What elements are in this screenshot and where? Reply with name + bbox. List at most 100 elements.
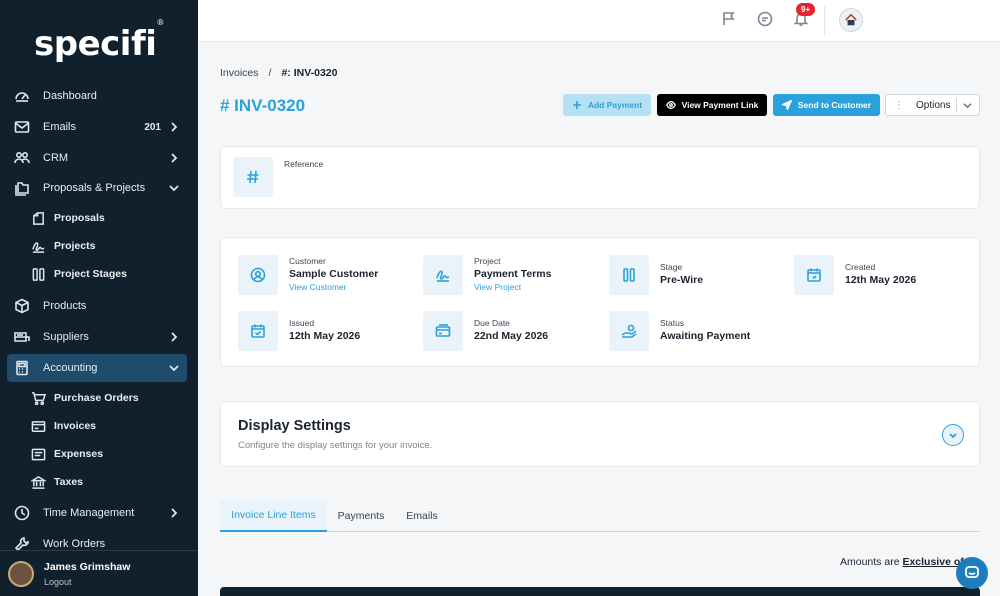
user-icon: [238, 255, 278, 295]
flag-icon[interactable]: [721, 11, 739, 29]
tab-emails[interactable]: Emails: [396, 500, 448, 532]
line-items-table-header: [220, 587, 980, 596]
created-date: 12th May 2026: [845, 274, 917, 286]
chat-bubble-icon: [965, 566, 979, 578]
project-name: Payment Terms: [474, 268, 552, 280]
sidebar-item-suppliers[interactable]: Suppliers: [7, 323, 187, 351]
chevron-right-icon: [169, 508, 179, 518]
sidebar-item-emails[interactable]: Emails 201: [7, 113, 187, 141]
hash-icon: [233, 157, 273, 197]
issued-info: Issued 12th May 2026: [238, 311, 418, 351]
notification-badge: 9+: [796, 3, 816, 16]
sidebar-item-proposals[interactable]: Proposals: [30, 206, 180, 230]
reference-label: Reference: [284, 159, 324, 169]
specifi-logo[interactable]: specifi®: [34, 18, 164, 64]
chevron-down-icon: [169, 363, 179, 373]
sidebar-item-dashboard[interactable]: Dashboard: [7, 82, 187, 110]
user-profile[interactable]: James Grimshaw Logout: [0, 550, 198, 596]
customer-info: Customer Sample Customer View Customer: [238, 255, 418, 295]
company-avatar[interactable]: [839, 8, 863, 32]
signature-icon: [423, 255, 463, 295]
view-payment-link-button[interactable]: View Payment Link: [657, 94, 767, 116]
people-icon: [13, 149, 31, 167]
due-date: 22nd May 2026: [474, 330, 549, 342]
sidebar-item-accounting[interactable]: Accounting: [7, 354, 187, 382]
house-icon: [845, 13, 857, 26]
display-settings-card[interactable]: Display Settings Configure the display s…: [220, 401, 980, 467]
display-settings-title: Display Settings: [238, 418, 351, 434]
hand-money-icon: [609, 311, 649, 351]
send-to-customer-button[interactable]: Send to Customer: [773, 94, 880, 116]
add-payment-button[interactable]: Add Payment: [563, 94, 651, 116]
chevron-right-icon: [169, 122, 179, 132]
send-icon: [781, 100, 792, 110]
reference-card: Reference: [220, 146, 980, 209]
chevron-right-icon: [169, 332, 179, 342]
sidebar-item-products[interactable]: Products: [7, 292, 187, 320]
chevron-right-icon: [169, 153, 179, 163]
mail-icon: [13, 118, 31, 136]
user-name: James Grimshaw: [44, 560, 131, 573]
calendar-icon: [794, 255, 834, 295]
receipt-icon: [30, 446, 46, 462]
support-chat-button[interactable]: [956, 557, 988, 589]
logout-link[interactable]: Logout: [44, 577, 130, 587]
sidebar: specifi® Dashboard Emails 201 CRM Propos…: [0, 0, 198, 596]
cash-icon: [423, 311, 463, 351]
chevron-down-icon: [169, 183, 179, 193]
sidebar-item-projects[interactable]: Projects: [30, 234, 180, 258]
sidebar-item-expenses[interactable]: Expenses: [30, 442, 180, 466]
project-info: Project Payment Terms View Project: [423, 255, 603, 295]
tab-payments[interactable]: Payments: [330, 500, 392, 532]
customer-name: Sample Customer: [289, 268, 379, 280]
sidebar-item-purchase-orders[interactable]: Purchase Orders: [30, 386, 180, 410]
display-settings-subtitle: Configure the display settings for your …: [238, 440, 433, 451]
clock-icon: [13, 504, 31, 522]
view-customer-link[interactable]: View Customer: [289, 282, 346, 292]
invoice-details-card: Customer Sample Customer View Customer P…: [220, 237, 980, 367]
invoice-icon: [30, 418, 46, 434]
columns-icon: [30, 266, 46, 282]
eye-icon: [665, 100, 676, 110]
breadcrumb: Invoices / #: INV-0320: [220, 67, 338, 79]
signature-icon: [30, 238, 46, 254]
sidebar-item-time-management[interactable]: Time Management: [7, 499, 187, 527]
chat-icon[interactable]: [757, 11, 775, 29]
options-dropdown[interactable]: ⋮ Options: [885, 94, 980, 116]
dashboard-icon: [13, 87, 31, 105]
view-project-link[interactable]: View Project: [474, 282, 521, 292]
issued-date: 12th May 2026: [289, 330, 361, 342]
sidebar-item-crm[interactable]: CRM: [7, 144, 187, 172]
kebab-icon: ⋮: [894, 99, 904, 111]
breadcrumb-invoices[interactable]: Invoices: [220, 67, 259, 79]
sidebar-item-project-stages[interactable]: Project Stages: [30, 262, 180, 286]
emails-count: 201: [144, 121, 161, 133]
status-badge: Awaiting Payment: [660, 330, 751, 342]
page-title: # INV-0320: [220, 96, 306, 115]
main-content: Invoices / #: INV-0320 # INV-0320 Add Pa…: [198, 42, 1000, 596]
truck-icon: [13, 328, 31, 346]
folders-icon: [13, 179, 31, 197]
created-info: Created 12th May 2026: [794, 255, 974, 295]
chevron-down-icon[interactable]: [963, 101, 972, 113]
breadcrumb-separator: /: [268, 67, 272, 79]
chevron-down-icon: [949, 433, 957, 439]
sidebar-item-proposals-projects[interactable]: Proposals & Projects: [7, 174, 187, 202]
plus-icon: [572, 101, 581, 109]
breadcrumb-current: #: INV-0320: [281, 67, 338, 79]
stage-info: Stage Pre-Wire: [609, 255, 789, 295]
sidebar-item-invoices[interactable]: Invoices: [30, 414, 180, 438]
expand-toggle[interactable]: [942, 424, 964, 446]
columns-icon: [609, 255, 649, 295]
status-info: Status Awaiting Payment: [609, 311, 789, 351]
tax-mode-toggle[interactable]: Exclusive of: [902, 556, 963, 568]
calculator-icon: [13, 359, 31, 377]
sidebar-item-taxes[interactable]: Taxes: [30, 470, 180, 494]
proposal-icon: [30, 210, 46, 226]
cart-icon: [30, 390, 46, 406]
due-date-info: Due Date 22nd May 2026: [423, 311, 603, 351]
tab-invoice-line-items[interactable]: Invoice Line Items: [220, 500, 327, 532]
avatar: [8, 560, 34, 587]
divider: [824, 6, 825, 36]
bank-icon: [30, 474, 46, 490]
